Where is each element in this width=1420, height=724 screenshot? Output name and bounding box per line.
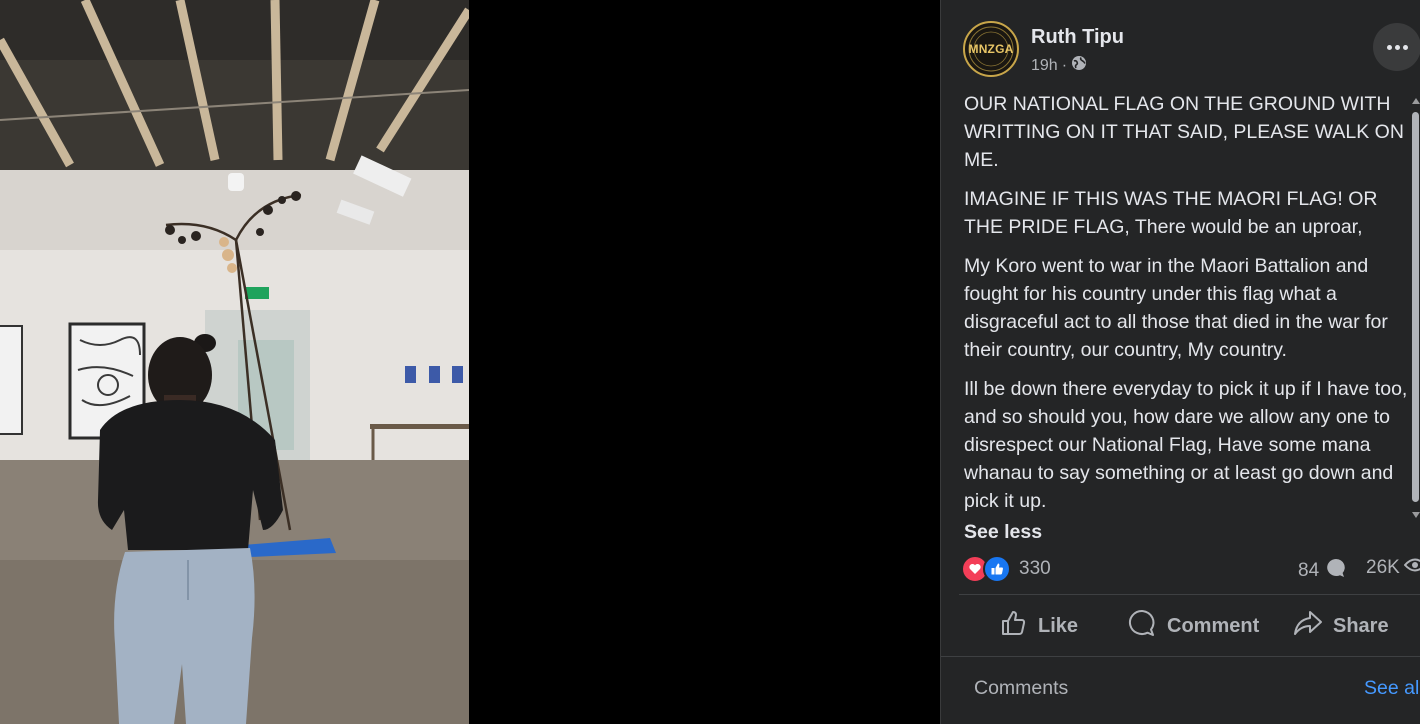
comment-count[interactable]: 84 [1298, 557, 1347, 585]
see-all-comments-link[interactable]: See all [1364, 677, 1420, 700]
comment-icon [1127, 608, 1157, 644]
like-reaction-icon [983, 555, 1011, 583]
reaction-summary[interactable]: 330 [961, 555, 1051, 583]
post-meta: 19h · [1031, 55, 1087, 76]
text-scrollbar[interactable] [1411, 96, 1420, 520]
post-video[interactable] [0, 0, 469, 724]
scrollbar-thumb[interactable] [1412, 112, 1419, 502]
share-arrow-icon [1293, 609, 1323, 643]
dot-icon [1386, 44, 1392, 50]
reaction-count: 330 [1019, 558, 1051, 579]
scroll-down-arrow-icon[interactable] [1412, 512, 1420, 518]
post-timestamp[interactable]: 19h [1031, 57, 1058, 75]
post-paragraph: IMAGINE IF THIS WAS THE MAORI FLAG! OR T… [964, 188, 1378, 238]
post-text: OUR NATIONAL FLAG ON THE GROUND WITH WRI… [964, 90, 1410, 512]
like-label: Like [1038, 614, 1079, 637]
share-button[interactable]: Share [1293, 600, 1389, 652]
actions-divider [941, 656, 1420, 657]
view-count-value: 26K [1366, 557, 1400, 578]
globe-icon [1071, 55, 1087, 76]
post-panel: MNZGA Ruth Tipu 19h · OUR NATIONAL FLAG … [940, 0, 1420, 724]
eye-icon [1403, 557, 1420, 579]
comment-bubble-icon [1325, 557, 1347, 585]
share-label: Share [1333, 614, 1389, 637]
post-paragraph: OUR NATIONAL FLAG ON THE GROUND WITH WRI… [964, 93, 1404, 171]
author-avatar[interactable]: MNZGA [963, 21, 1019, 77]
comment-label: Comment [1167, 614, 1260, 637]
author-name[interactable]: Ruth Tipu [1031, 26, 1124, 49]
post-paragraph: Ill be down there everyday to pick it up… [964, 378, 1408, 512]
stats-divider [959, 594, 1420, 595]
like-button[interactable]: Like [1000, 600, 1078, 652]
comment-button[interactable]: Comment [1127, 600, 1259, 652]
comment-count-value: 84 [1298, 560, 1320, 581]
media-viewer[interactable] [0, 0, 940, 724]
scroll-up-arrow-icon[interactable] [1412, 98, 1420, 104]
more-options-button[interactable] [1373, 23, 1420, 71]
avatar-logo-text: MNZGA [968, 42, 1014, 56]
comments-heading: Comments [974, 677, 1069, 699]
dot-icon [1402, 44, 1408, 50]
see-less-link[interactable]: See less [964, 521, 1042, 544]
gallery-video-frame [0, 0, 469, 724]
post-paragraph: My Koro went to war in the Maori Battali… [964, 255, 1388, 361]
dot-icon [1394, 44, 1400, 50]
thumbs-up-icon [1000, 609, 1028, 643]
meta-separator: · [1061, 56, 1068, 74]
view-count: 26K [1366, 557, 1420, 579]
action-bar: Like Comment Share [959, 600, 1420, 652]
